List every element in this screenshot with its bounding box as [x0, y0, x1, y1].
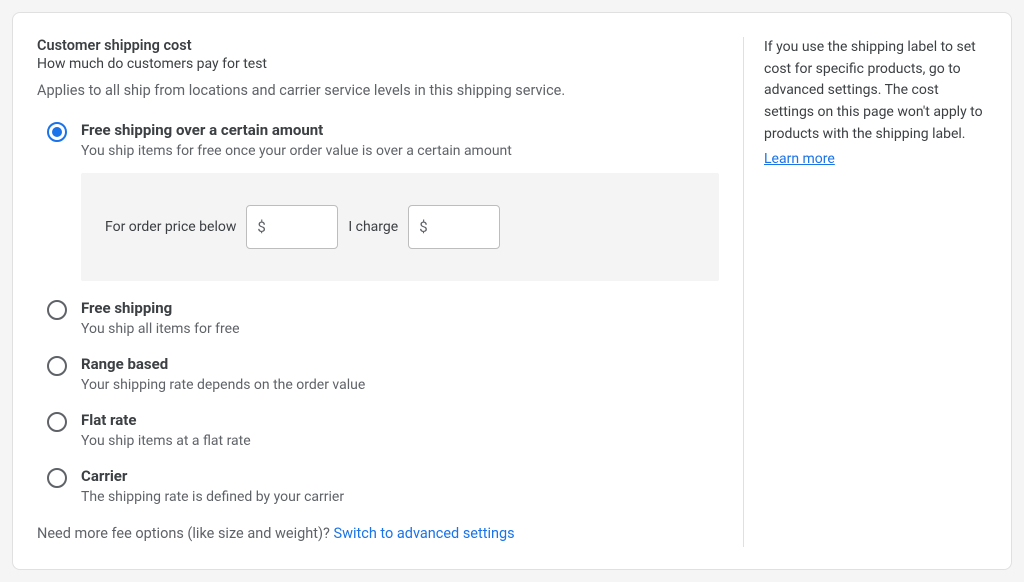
option-title: Range based: [81, 355, 719, 373]
option-description: You ship all items for free: [81, 321, 719, 337]
label-order-price-below: For order price below: [105, 219, 236, 235]
learn-more-link[interactable]: Learn more: [764, 151, 835, 167]
option-description: The shipping rate is defined by your car…: [81, 489, 719, 505]
currency-prefix: $: [419, 218, 427, 236]
order-price-below-input[interactable]: $: [246, 205, 338, 249]
shipping-options: Free shipping over a certain amount You …: [37, 121, 719, 511]
option-description: Your shipping rate depends on the order …: [81, 377, 719, 393]
charge-amount-field[interactable]: [432, 218, 490, 236]
option-description: You ship items for free once your order …: [81, 143, 719, 159]
footer: Need more fee options (like size and wei…: [37, 525, 719, 542]
radio-unselected-icon: [47, 412, 67, 432]
shipping-cost-card: Customer shipping cost How much do custo…: [12, 12, 1012, 570]
option-title: Carrier: [81, 467, 719, 485]
page-subtitle: How much do customers pay for test: [37, 56, 719, 72]
footer-question: Need more fee options (like size and wei…: [37, 525, 333, 542]
option-free-shipping[interactable]: Free shipping You ship all items for fre…: [47, 299, 719, 343]
option-title: Flat rate: [81, 411, 719, 429]
applies-text: Applies to all ship from locations and c…: [37, 82, 719, 99]
switch-to-advanced-link[interactable]: Switch to advanced settings: [333, 525, 514, 542]
sidebar-text: If you use the shipping label to set cos…: [764, 37, 987, 145]
radio-unselected-icon: [47, 468, 67, 488]
option-carrier[interactable]: Carrier The shipping rate is defined by …: [47, 467, 719, 511]
radio-unselected-icon: [47, 356, 67, 376]
page-title: Customer shipping cost: [37, 37, 719, 54]
order-price-below-field[interactable]: [270, 218, 328, 236]
charge-amount-input[interactable]: $: [408, 205, 500, 249]
option-flat-rate[interactable]: Flat rate You ship items at a flat rate: [47, 411, 719, 455]
option-title: Free shipping over a certain amount: [81, 121, 719, 139]
label-i-charge: I charge: [348, 219, 398, 235]
option-title: Free shipping: [81, 299, 719, 317]
option-description: You ship items at a flat rate: [81, 433, 719, 449]
currency-prefix: $: [257, 218, 265, 236]
main-panel: Customer shipping cost How much do custo…: [37, 37, 719, 547]
radio-unselected-icon: [47, 300, 67, 320]
option-free-shipping-over-amount[interactable]: Free shipping over a certain amount You …: [47, 121, 719, 281]
sidebar-info: If you use the shipping label to set cos…: [743, 37, 987, 547]
option-range-based[interactable]: Range based Your shipping rate depends o…: [47, 355, 719, 399]
radio-selected-icon: [47, 122, 67, 142]
threshold-panel: For order price below $ I charge $: [81, 173, 719, 281]
